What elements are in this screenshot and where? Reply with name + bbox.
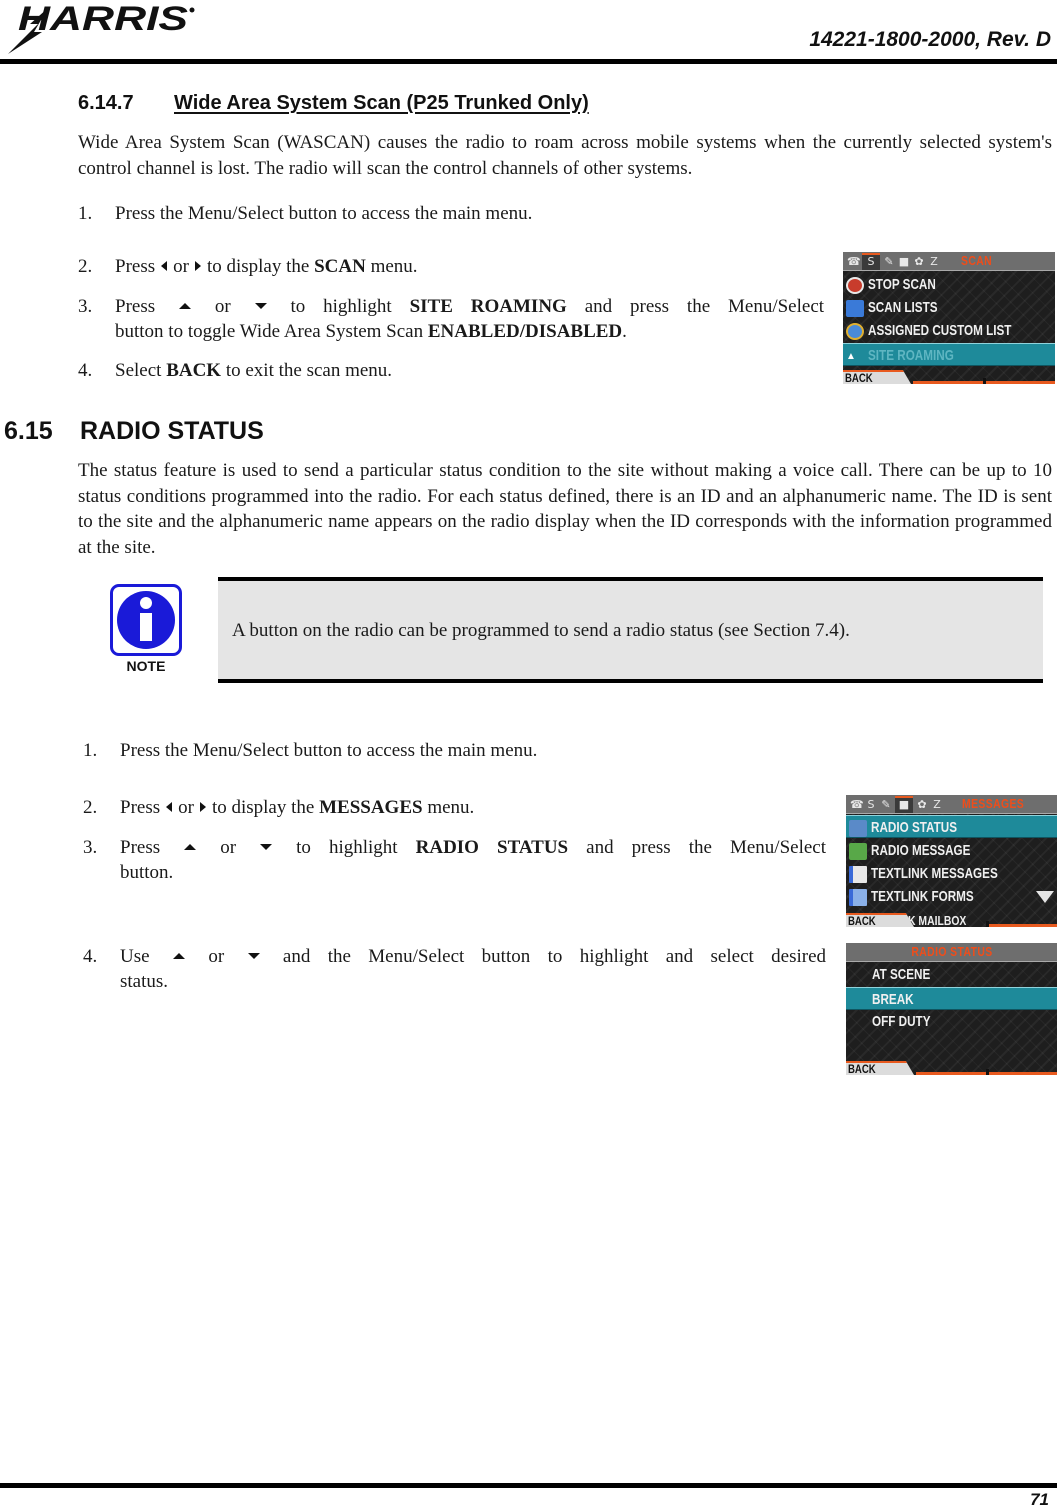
z-icon: Z <box>933 798 941 811</box>
status-item-break[interactable]: BREAK <box>846 987 1057 1010</box>
screen-menu-bar: ☎ S ✎ ■ ✿ Z SCAN <box>843 252 1055 271</box>
stop-scan-icon <box>846 276 864 294</box>
menu-item-radio-message[interactable]: RADIO MESSAGE <box>846 839 1057 862</box>
wascan-step-3: 3. Press or to highlight SITE ROAMING and… <box>78 296 825 342</box>
back-softkey[interactable]: BACK <box>843 370 911 384</box>
antenna-icon: ▲ <box>846 350 856 362</box>
gear-icon: ✿ <box>914 255 924 268</box>
menu-item-scan-lists[interactable]: SCAN LISTS <box>843 296 1055 319</box>
up-arrow-icon <box>172 952 185 959</box>
screen-title: MESSAGES <box>962 796 1025 811</box>
radio-screen-scan: ☎ S ✎ ■ ✿ Z SCAN STOP SCAN SCAN LISTS AS… <box>843 252 1055 384</box>
section-heading-wascan: 6.14.7 Wide Area System Scan (P25 Trunked… <box>78 92 589 115</box>
wascan-step-1: 1. Press the Menu/Select button to access… <box>78 203 533 224</box>
menu-item-textlink-forms[interactable]: TEXTLINK FORMS <box>846 885 1057 908</box>
status-item-at-scene[interactable]: AT SCENE <box>846 963 1057 986</box>
screen-title: RADIO STATUS <box>911 944 993 959</box>
page-number: 71 <box>1030 1490 1049 1509</box>
back-softkey[interactable]: BACK <box>846 913 914 927</box>
menu-item-partial: K MAILBOX <box>908 913 967 927</box>
message-tab-icon: ■ <box>895 796 913 813</box>
note-label: NOTE <box>126 658 166 674</box>
down-arrow-icon <box>260 843 273 850</box>
textlink-messages-icon <box>849 865 867 883</box>
menu-item-radio-status[interactable]: RADIO STATUS <box>846 815 1057 838</box>
up-arrow-icon <box>184 843 197 850</box>
back-softkey[interactable]: BACK <box>846 1061 914 1075</box>
phone-icon: ☎ <box>847 255 861 268</box>
wascan-step-4: 4. Select BACK to exit the scan menu. <box>78 360 393 381</box>
screen-menu-bar: RADIO STATUS <box>846 943 1057 962</box>
status-step-4: 4. Use or and the Menu/Select button to h… <box>83 946 827 992</box>
menu-item-assigned-custom-list[interactable]: ASSIGNED CUSTOM LIST <box>843 319 1055 342</box>
screen-title: SCAN <box>961 253 993 268</box>
textlink-forms-icon <box>849 888 867 906</box>
message-icon: ■ <box>898 255 910 268</box>
radio-screen-messages: ☎ S ✎ ■ ✿ Z MESSAGES RADIO STATUS RADIO … <box>846 795 1057 927</box>
section-title: Wide Area System Scan (P25 Trunked Only) <box>174 92 589 114</box>
wrench-icon: ✎ <box>881 798 891 811</box>
menu-item-site-roaming[interactable]: ▲ SITE ROAMING <box>843 343 1055 366</box>
header-rule <box>0 59 1057 64</box>
status-step-1: 1. Press the Menu/Select button to access… <box>83 740 538 761</box>
wrench-icon: ✎ <box>884 255 894 268</box>
section-heading-radio-status: 6.15 RADIO STATUS <box>4 417 264 446</box>
z-icon: Z <box>930 255 938 268</box>
left-arrow-icon <box>166 801 173 812</box>
section-title: RADIO STATUS <box>80 417 264 445</box>
up-arrow-icon <box>179 302 191 309</box>
radio-status-intro: The status feature is used to send a par… <box>78 460 1052 558</box>
radio-status-icon <box>849 819 867 837</box>
gear-icon: ✿ <box>917 798 927 811</box>
svg-text:HARRIS: HARRIS <box>18 2 188 38</box>
document-number: 14221-1800-2000, Rev. D <box>809 28 1051 51</box>
down-arrow-icon <box>247 952 260 959</box>
right-arrow-icon <box>199 801 206 812</box>
footer-rule <box>0 1483 1057 1488</box>
radio-message-icon <box>849 842 867 860</box>
status-item-off-duty[interactable]: OFF DUTY <box>846 1010 1057 1033</box>
right-arrow-icon <box>194 260 201 271</box>
down-arrow-icon <box>254 302 267 309</box>
radio-screen-status: RADIO STATUS AT SCENE BREAK OFF DUTY BAC… <box>846 943 1057 1075</box>
status-step-2: 2. Press or to display the MESSAGES menu. <box>83 797 475 818</box>
wascan-step-2: 2. Press or to display the SCAN menu. <box>78 256 418 277</box>
screen-menu-bar: ☎ S ✎ ■ ✿ Z MESSAGES <box>846 795 1057 814</box>
left-arrow-icon <box>161 260 168 271</box>
note-text: A button on the radio can be programmed … <box>232 620 850 641</box>
harris-logo: HARRIS <box>8 2 195 54</box>
wascan-intro: Wide Area System Scan (WASCAN) causes th… <box>78 132 1052 179</box>
section-number: 6.15 <box>4 417 53 445</box>
note-info-icon <box>110 584 182 656</box>
custom-list-icon <box>846 322 864 340</box>
menu-item-stop-scan[interactable]: STOP SCAN <box>843 273 1055 296</box>
menu-item-textlink-messages[interactable]: TEXTLINK MESSAGES <box>846 862 1057 885</box>
scan-lists-icon <box>846 299 864 317</box>
scroll-down-arrow-icon <box>1036 891 1054 903</box>
status-step-3: 3. Press or to highlight RADIO STATUS and… <box>83 837 827 883</box>
section-number: 6.14.7 <box>78 92 134 114</box>
scan-tab-icon: S <box>862 253 880 270</box>
scan-icon: S <box>867 798 875 811</box>
phone-icon: ☎ <box>850 798 864 811</box>
